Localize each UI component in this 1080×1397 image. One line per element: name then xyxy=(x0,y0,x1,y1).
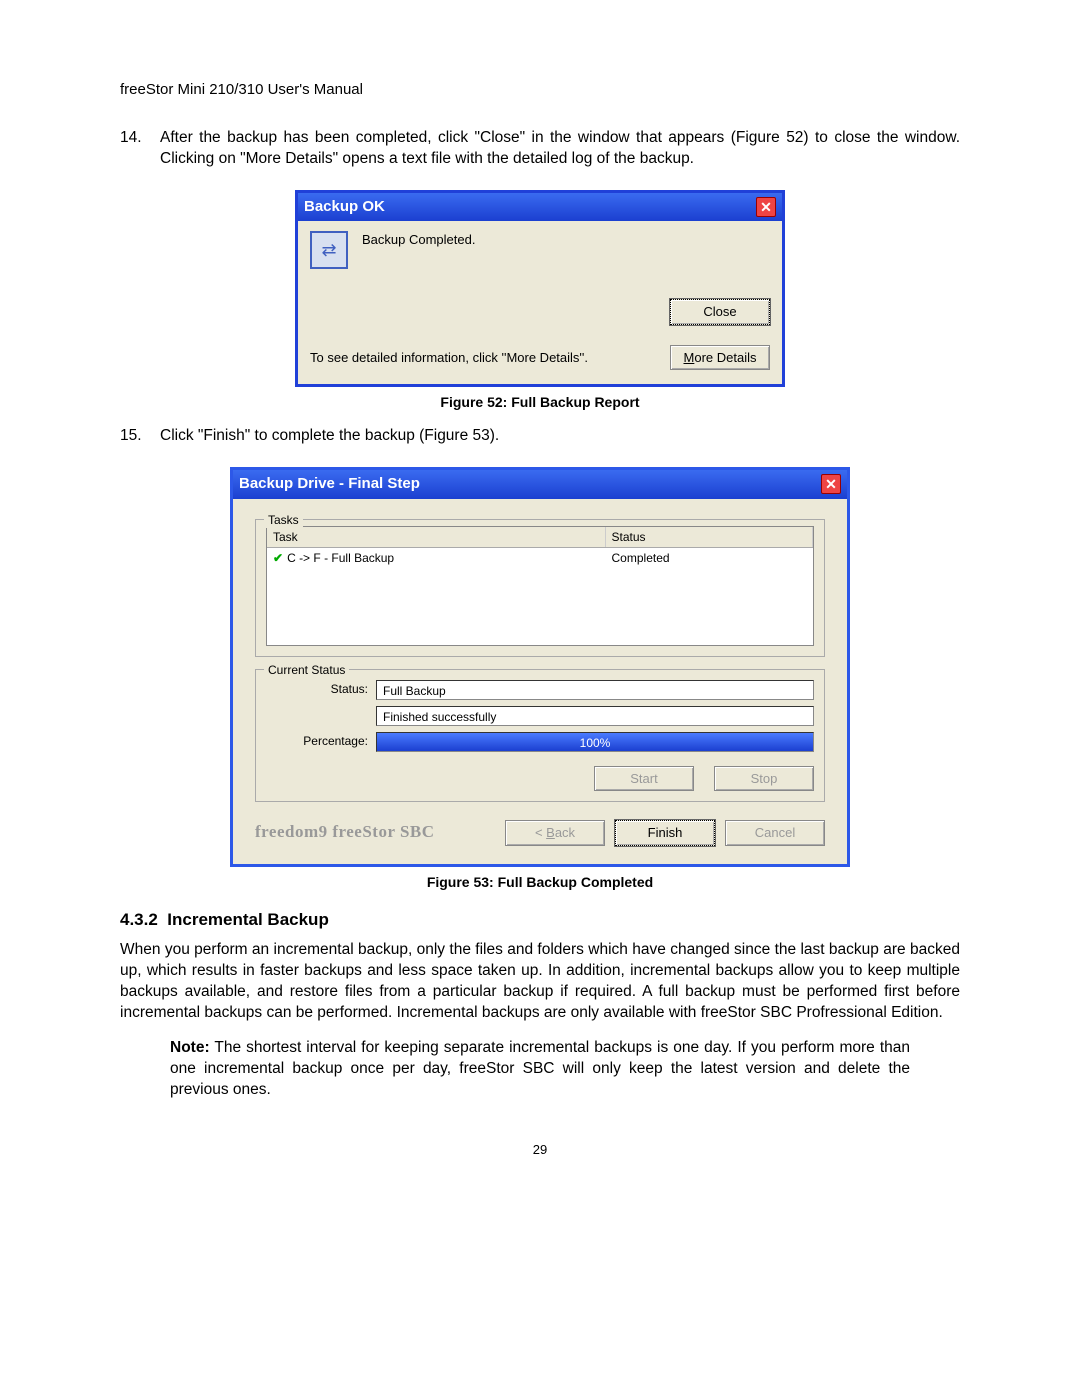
page-number: 29 xyxy=(120,1141,960,1159)
close-icon[interactable]: ✕ xyxy=(756,197,776,217)
more-details-hint: To see detailed information, click ''Mor… xyxy=(310,349,588,367)
col-task: Task xyxy=(267,527,606,547)
step-15-text: Click "Finish" to complete the backup (F… xyxy=(160,426,960,447)
table-row: ✔C -> F - Full Backup Completed xyxy=(267,548,813,568)
current-status-legend: Current Status xyxy=(264,662,349,678)
section-number: 4.3.2 xyxy=(120,910,158,929)
close-button[interactable]: Close xyxy=(670,299,770,325)
tasks-legend: Tasks xyxy=(264,512,303,528)
dialog-title: Backup OK xyxy=(304,197,385,217)
step-15-number: 15. xyxy=(120,426,160,447)
task-status: Completed xyxy=(606,550,813,566)
step-14: 14. After the backup has been completed,… xyxy=(120,128,960,170)
status-label: Status: xyxy=(266,681,376,697)
back-rest: ack xyxy=(555,825,575,840)
current-status-fieldset: Current Status Status: Full Backup Finis… xyxy=(255,669,825,803)
tasks-fieldset: Tasks Task Status ✔C -> F - Full Backup … xyxy=(255,519,825,657)
back-pre: < xyxy=(535,825,546,840)
dialog2-title: Backup Drive - Final Step xyxy=(239,474,420,494)
tasks-table: Task Status ✔C -> F - Full Backup Comple… xyxy=(266,526,814,646)
stop-button[interactable]: Stop xyxy=(714,766,814,792)
backup-ok-dialog: Backup OK ✕ ⇄ Backup Completed. Close To… xyxy=(295,190,785,387)
section-paragraph: When you perform an incremental backup, … xyxy=(120,940,960,1024)
figure-52: Backup OK ✕ ⇄ Backup Completed. Close To… xyxy=(120,190,960,387)
note-text: The shortest interval for keeping separa… xyxy=(170,1039,910,1098)
dialog2-titlebar: Backup Drive - Final Step ✕ xyxy=(233,470,847,498)
figure-53-caption: Figure 53: Full Backup Completed xyxy=(120,873,960,892)
status-value-2: Finished successfully xyxy=(376,706,814,726)
more-details-rest: ore Details xyxy=(694,350,756,365)
status-value-1: Full Backup xyxy=(376,680,814,700)
figure-52-caption: Figure 52: Full Backup Report xyxy=(120,393,960,412)
check-icon: ✔ xyxy=(273,550,283,566)
dialog-titlebar: Backup OK ✕ xyxy=(298,193,782,221)
step-14-text: After the backup has been completed, cli… xyxy=(160,128,960,170)
figure-53: Backup Drive - Final Step ✕ Tasks Task S… xyxy=(120,467,960,866)
step-15: 15. Click "Finish" to complete the backu… xyxy=(120,426,960,447)
back-button[interactable]: < Back xyxy=(505,820,605,846)
note-block: Note: The shortest interval for keeping … xyxy=(120,1038,960,1101)
info-icon: ⇄ xyxy=(310,231,348,269)
col-status: Status xyxy=(606,527,813,547)
task-name: C -> F - Full Backup xyxy=(287,550,394,566)
back-accel: B xyxy=(546,825,555,840)
final-step-dialog: Backup Drive - Final Step ✕ Tasks Task S… xyxy=(230,467,850,866)
close-icon[interactable]: ✕ xyxy=(821,474,841,494)
start-button[interactable]: Start xyxy=(594,766,694,792)
step-14-number: 14. xyxy=(120,128,160,170)
brand-label: freedom9 freeStor SBC xyxy=(255,821,505,844)
more-details-accel: M xyxy=(684,350,695,365)
doc-header: freeStor Mini 210/310 User's Manual xyxy=(120,80,960,100)
percentage-label: Percentage: xyxy=(266,733,376,749)
progress-bar: 100% xyxy=(376,732,814,752)
backup-completed-message: Backup Completed. xyxy=(362,231,475,249)
section-heading: 4.3.2 Incremental Backup xyxy=(120,909,960,932)
more-details-button[interactable]: More Details xyxy=(670,345,770,371)
cancel-button[interactable]: Cancel xyxy=(725,820,825,846)
section-title: Incremental Backup xyxy=(167,910,329,929)
note-label: Note: xyxy=(170,1039,210,1056)
finish-button[interactable]: Finish xyxy=(615,820,715,846)
progress-text: 100% xyxy=(377,733,813,751)
